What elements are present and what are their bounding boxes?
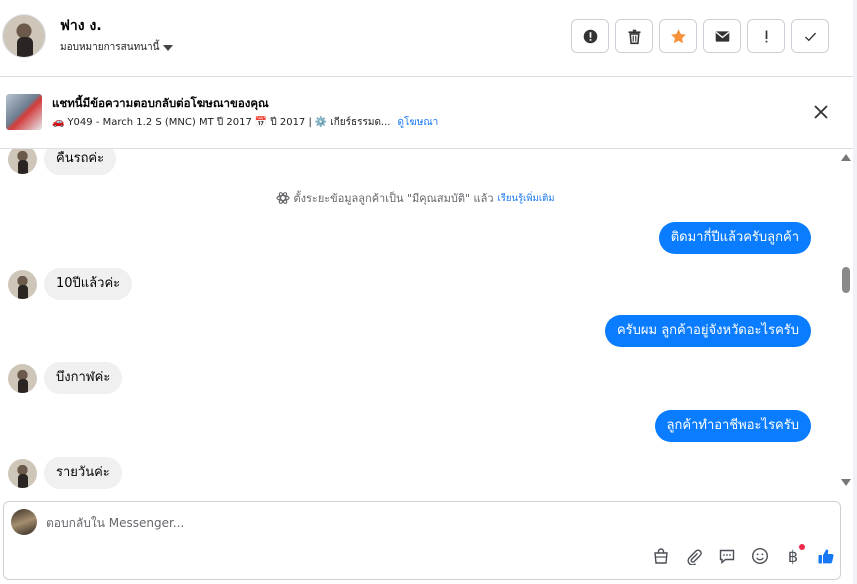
composer-tools: ฿ (651, 544, 836, 566)
contact-avatar-small[interactable] (8, 269, 37, 299)
incoming-message-row: รายวันค่ะ (8, 457, 122, 489)
envelope-icon (715, 30, 729, 42)
caret-down-icon (163, 44, 174, 51)
mark-unread-button[interactable] (703, 19, 741, 53)
shopping-bag-icon[interactable] (651, 546, 671, 566)
learn-more-link[interactable]: เรียนรู้เพิ่มเติม (498, 191, 555, 206)
atom-icon (275, 192, 290, 204)
ad-thumbnail[interactable] (6, 94, 42, 130)
ad-car-details: Y049 - March 1.2 S (MNC) MT ปี 2017 (67, 117, 252, 128)
paperclip-icon[interactable] (684, 546, 704, 566)
incoming-message-bubble[interactable]: บึงกาฬค่ะ (44, 362, 123, 394)
car-icon: 🚗 (52, 117, 65, 128)
assign-label: มอบหมายการสนทนานี้ (60, 42, 160, 53)
checkmark-icon (804, 32, 816, 41)
follow-up-button[interactable] (747, 19, 785, 53)
header-actions (571, 19, 829, 53)
baht-payment-icon[interactable]: ฿ (783, 544, 805, 566)
ad-year: ปี 2017 | (270, 117, 312, 128)
close-banner-button[interactable] (810, 101, 832, 123)
contact-avatar-small[interactable] (8, 458, 37, 488)
page-avatar (11, 509, 37, 535)
contact-avatar-small[interactable] (8, 149, 37, 174)
reply-composer: ฿ (3, 501, 841, 580)
scroll-up-arrow[interactable] (841, 154, 851, 161)
panel-edge (853, 0, 857, 584)
saved-reply-icon[interactable] (717, 546, 737, 566)
incoming-message-bubble[interactable]: รายวันค่ะ (44, 457, 122, 489)
outgoing-message-bubble[interactable]: ลูกค้าทำอาชีพอะไรครับ (654, 410, 811, 442)
scroll-down-arrow[interactable] (841, 479, 851, 486)
alert-circle-icon (583, 29, 597, 43)
ad-reply-banner: แชทนี้มีข้อความตอบกลับต่อโฆษณาของคุณ 🚗 Y… (0, 77, 857, 149)
contact-name[interactable]: ฟาง ง. (60, 15, 102, 37)
scrollbar-thumb[interactable] (842, 267, 850, 293)
ad-banner-title: แชทนี้มีข้อความตอบกลับต่อโฆษณาของคุณ (52, 96, 269, 110)
trash-icon (628, 29, 640, 44)
exclamation-icon (765, 30, 767, 42)
calendar-icon: 📅 (254, 117, 268, 128)
system-notice-text: ตั้งระยะข้อมูลลูกค้าเป็น "มีคุณสมบัติ" แ… (293, 192, 494, 205)
ad-details: 🚗 Y049 - March 1.2 S (MNC) MT ปี 2017 📅 … (52, 115, 438, 130)
gear-icon: ⚙️ (314, 117, 328, 128)
outgoing-message-bubble[interactable]: ติดมากี่ปีแล้วครับลูกค้า (658, 222, 811, 254)
mark-done-button[interactable] (791, 19, 829, 53)
incoming-message-bubble[interactable]: คืนรถค่ะ (44, 149, 117, 175)
message-thread[interactable]: คืนรถค่ะ ตั้งระยะข้อมูลลูกค้าเป็น "มีคุณ… (0, 149, 857, 491)
incoming-message-row: 10ปีแล้วค่ะ (8, 268, 133, 300)
conversation-header: ฟาง ง. มอบหมายการสนทนานี้ (0, 0, 857, 77)
close-icon (814, 105, 828, 119)
contact-avatar-small[interactable] (8, 363, 37, 393)
outgoing-message-bubble[interactable]: ครับผม ลูกค้าอยู่จังหวัดอะไรครับ (604, 315, 811, 347)
incoming-message-row: บึงกาฬค่ะ (8, 362, 123, 394)
assign-conversation-dropdown[interactable]: มอบหมายการสนทนานี้ (60, 40, 174, 55)
mark-spam-button[interactable] (571, 19, 609, 53)
contact-avatar[interactable] (2, 14, 46, 58)
view-ad-link[interactable]: ดูโฆษณา (397, 115, 438, 130)
incoming-message-bubble[interactable]: 10ปีแล้วค่ะ (44, 268, 133, 300)
star-icon (670, 28, 686, 43)
thumbs-up-icon[interactable] (816, 546, 836, 566)
ad-transmission: เกียร์ธรรมด... (330, 117, 391, 128)
baht-symbol: ฿ (787, 546, 799, 566)
incoming-message-row: คืนรถค่ะ (8, 149, 117, 175)
emoji-icon[interactable] (750, 546, 770, 566)
reply-input[interactable] (46, 513, 646, 533)
system-notice: ตั้งระยะข้อมูลลูกค้าเป็น "มีคุณสมบัติ" แ… (0, 189, 830, 207)
star-button[interactable] (659, 19, 697, 53)
delete-button[interactable] (615, 19, 653, 53)
notification-dot (799, 544, 805, 550)
